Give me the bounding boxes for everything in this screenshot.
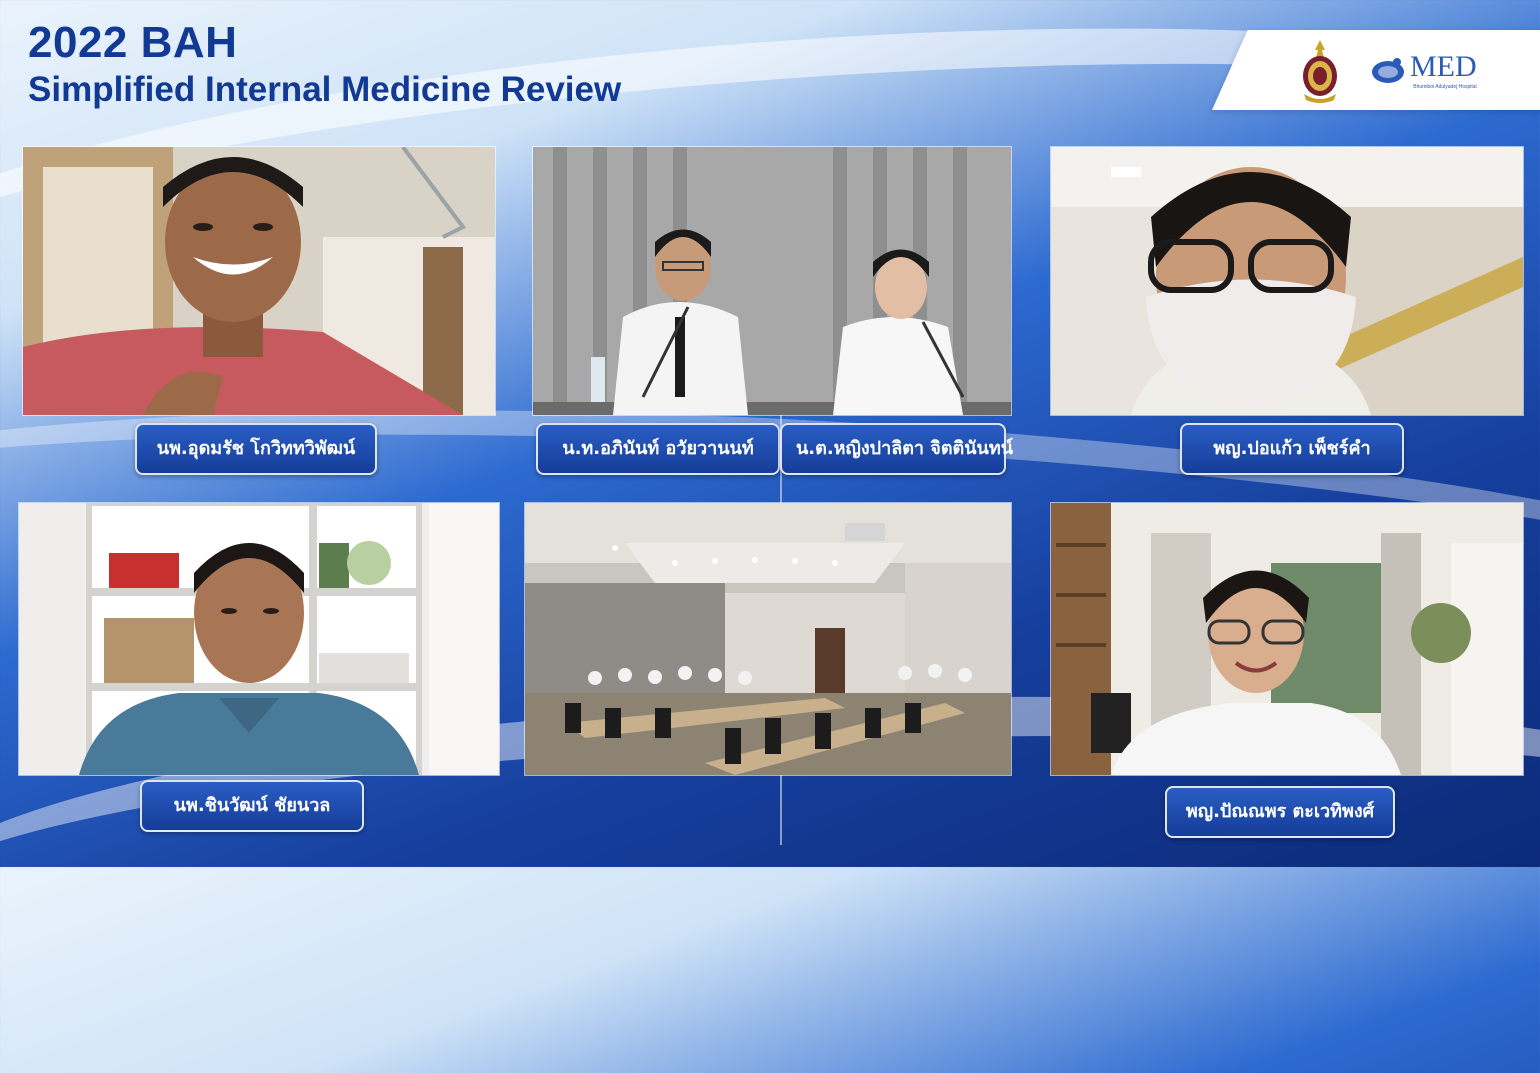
med-logo-text: MED (1410, 50, 1477, 83)
participant-video-3 (1051, 147, 1523, 415)
royal-crest-icon (1303, 40, 1337, 103)
video-tile-2[interactable] (532, 146, 1012, 416)
video-tile-5[interactable] (524, 502, 1012, 776)
participant-name-label-6: พญ.ปัณณพร ตะเวทิพงศ์ (1165, 786, 1395, 838)
event-title-year: 2022 BAH (28, 18, 238, 67)
participant-video-4 (19, 503, 499, 775)
video-tile-1[interactable] (22, 146, 496, 416)
participant-video-2 (533, 147, 1011, 415)
participant-name-label-5: นพ.ชินวัฒน์ ชัยนวล (140, 780, 364, 832)
participant-video-6 (1051, 503, 1523, 775)
event-title: 2022 BAH Simplified Internal Medicine Re… (28, 18, 621, 112)
video-tile-6[interactable] (1050, 502, 1524, 776)
logo-group: MED Bhumibol Adulyadej Hospital (1298, 36, 1518, 106)
med-globe-icon (1372, 58, 1404, 83)
participant-name-label-4: พญ.ปอแก้ว เพ็ชร์คำ (1180, 423, 1404, 475)
video-tile-4[interactable] (18, 502, 500, 776)
vertical-divider (780, 775, 782, 845)
video-tile-3[interactable] (1050, 146, 1524, 416)
participant-name-label-1: นพ.อุดมรัช โกวิททวิพัฒน์ (135, 423, 377, 475)
med-logo-subtext: Bhumibol Adulyadej Hospital (1413, 84, 1477, 90)
participant-name-label-2: น.ท.อภินันท์ อวัยวานนท์ (536, 423, 780, 475)
room-video-feed (525, 503, 1011, 775)
event-title-subtitle: Simplified Internal Medicine Review (28, 70, 622, 109)
participant-video-1 (23, 147, 495, 415)
participant-name-label-3: น.ต.หญิงปาลิตา จิตตินันทน์ (780, 423, 1013, 475)
med-logo: MED Bhumibol Adulyadej Hospital (1370, 52, 1477, 90)
